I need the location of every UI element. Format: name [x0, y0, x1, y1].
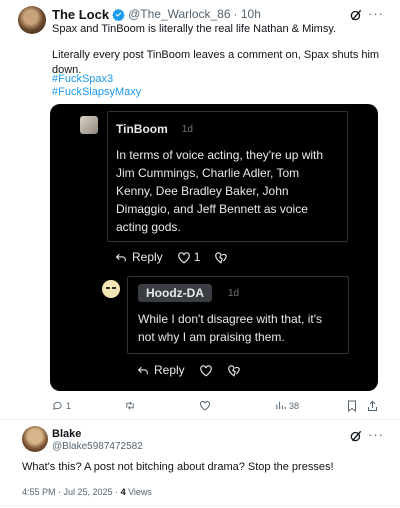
- reply-author-name[interactable]: Blake: [52, 428, 81, 440]
- tinboom-avatar: [80, 116, 98, 134]
- attached-screenshot[interactable]: TinBoom 1d In terms of voice acting, the…: [50, 104, 378, 391]
- views-chart-icon: [276, 401, 286, 410]
- hashtag-link[interactable]: #FuckSlapsyMaxy: [52, 86, 141, 98]
- grok-icon[interactable]: [349, 8, 363, 22]
- reply-author-handle[interactable]: @Blake5987472582: [52, 441, 143, 452]
- more-options-icon[interactable]: ···: [368, 6, 384, 21]
- author-avatar[interactable]: [18, 6, 46, 34]
- commenter-name: TinBoom: [116, 122, 168, 136]
- like-count: 1: [193, 250, 201, 264]
- share-icon: [368, 400, 377, 411]
- comment-text-line: In terms of voice acting, they're up wit…: [116, 148, 324, 162]
- comment-header: Hoodz-DA 1d: [138, 284, 239, 302]
- bookmark-icon: [348, 400, 356, 412]
- reply-count: 1: [66, 400, 72, 411]
- comment-actions: Reply 1: [115, 250, 228, 264]
- repost-button[interactable]: [124, 400, 136, 411]
- post-header: The Lock @The_Warlock_86 · 10h: [52, 7, 261, 22]
- comment-text-line: Jim Cummings, Charlie Adler, Tom: [116, 166, 300, 180]
- repost-icon: [126, 401, 134, 410]
- reply-label: Reply: [154, 363, 185, 377]
- comment-text-line: While I don't disagree with that, it's: [138, 312, 323, 326]
- author-handle[interactable]: @The_Warlock_86: [128, 7, 230, 21]
- heart-icon: [177, 251, 190, 263]
- grok-icon[interactable]: [349, 429, 363, 443]
- views-button[interactable]: 38: [275, 400, 299, 411]
- hashtag-link[interactable]: #FuckSpax3: [52, 73, 113, 85]
- comment-text-line: not why I am praising them.: [138, 330, 285, 344]
- more-options-icon[interactable]: ···: [368, 427, 384, 442]
- heart-icon: [199, 364, 212, 376]
- reply-icon: [115, 253, 126, 261]
- divider: [0, 505, 400, 506]
- comment-actions: Reply: [137, 363, 241, 377]
- reply-button[interactable]: 1: [52, 400, 71, 411]
- reply-views-label: Views: [125, 487, 152, 497]
- reply-icon: [137, 366, 148, 374]
- comment-text-line: Dimaggio, and Jeff Bennett as voice: [116, 202, 308, 216]
- divider: [0, 419, 400, 420]
- hoodz-avatar: [102, 280, 120, 298]
- comment-text-line: acting gods.: [116, 220, 181, 234]
- reply-bubble-icon: [53, 401, 62, 411]
- broken-heart-icon: [227, 364, 240, 377]
- reply-timestamp[interactable]: 4:55 PM · Jul 25, 2025 ·: [22, 487, 121, 497]
- post-text-line-1: Spax and TinBoom is literally the real l…: [52, 23, 337, 35]
- reply-label: Reply: [132, 250, 163, 264]
- reply-meta: 4:55 PM · Jul 25, 2025 · 4 Views: [22, 487, 152, 497]
- bookmark-button[interactable]: [347, 400, 357, 412]
- verified-badge-icon: [112, 8, 125, 21]
- commenter-name-badge: Hoodz-DA: [138, 284, 212, 302]
- like-button[interactable]: [199, 400, 211, 411]
- reply-author-avatar[interactable]: [22, 426, 48, 452]
- post-time[interactable]: · 10h: [234, 7, 261, 21]
- broken-heart-icon: [215, 251, 228, 264]
- comment-time: 1d: [181, 123, 193, 135]
- author-name[interactable]: The Lock: [52, 7, 109, 22]
- post-action-bar: 1 38: [0, 398, 400, 414]
- comment-header: TinBoom 1d: [116, 122, 193, 136]
- views-count: 38: [289, 400, 300, 411]
- like-heart-icon: [200, 401, 210, 411]
- reply-text: What's this? A post not bitching about d…: [22, 461, 334, 473]
- comment-text-line: Kenny, Dee Bradley Baker, John: [116, 184, 289, 198]
- share-button[interactable]: [367, 400, 378, 412]
- comment-time: 1d: [227, 287, 240, 299]
